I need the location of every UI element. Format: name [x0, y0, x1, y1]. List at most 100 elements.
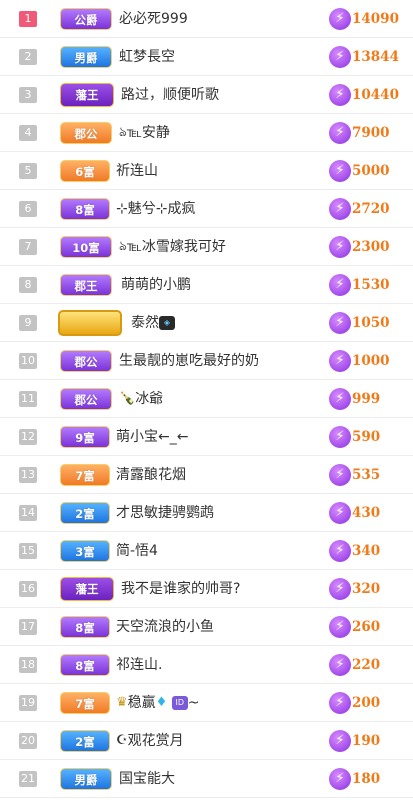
- lightning-icon: ⚡: [329, 350, 351, 372]
- level-badge: 藩王: [60, 83, 114, 107]
- crown-icon: [58, 310, 122, 336]
- rank-number: 12: [19, 429, 37, 445]
- level-badge: 7富: [60, 464, 110, 486]
- list-item[interactable]: 3 藩王 路过，顺便听歌 ⚡ 10440: [0, 76, 413, 114]
- contribution-amount: 190: [352, 733, 381, 749]
- rank-number: 9: [19, 315, 37, 331]
- list-item[interactable]: 7 10富 ঌ℡冰雪嫁我可好 ⚡ 2300: [0, 228, 413, 266]
- lightning-icon: ⚡: [329, 274, 351, 296]
- list-item[interactable]: 4 郡公 ঌ℡安静 ⚡ 7900: [0, 114, 413, 152]
- list-item[interactable]: 11 郡公 🍾冰爺 ⚡ 999: [0, 380, 413, 418]
- crown-icon: ♛: [116, 695, 128, 710]
- rank-number: 8: [19, 277, 37, 293]
- list-item[interactable]: 12 9富 萌小宝←_← ⚡ 590: [0, 418, 413, 456]
- user-name[interactable]: 祈连山: [116, 152, 158, 190]
- user-name[interactable]: 泰然 ◈: [131, 304, 175, 342]
- user-name[interactable]: 萌萌的小鹏: [121, 266, 191, 304]
- flame-icon: ঌ: [119, 239, 127, 254]
- lightning-icon: ⚡: [329, 730, 351, 752]
- lightning-icon: ⚡: [329, 122, 351, 144]
- rank-number: 20: [19, 733, 37, 749]
- level-badge: 郡公: [60, 388, 112, 410]
- lightning-icon: ⚡: [329, 464, 351, 486]
- user-name[interactable]: 才思敏捷骋鹦鹉: [116, 494, 214, 532]
- list-item[interactable]: 17 8富 天空流浪的小鱼 ⚡ 260: [0, 608, 413, 646]
- bottle-icon: 🍾: [119, 391, 136, 406]
- contribution-amount: 5000: [352, 163, 390, 179]
- rank-number: 7: [19, 239, 37, 255]
- contribution-amount: 220: [352, 657, 381, 673]
- contribution-amount: 180: [352, 771, 381, 787]
- lightning-icon: ⚡: [329, 198, 351, 220]
- user-name[interactable]: 简-悟4: [116, 532, 158, 570]
- user-name[interactable]: 天空流浪的小鱼: [116, 608, 214, 646]
- lightning-icon: ⚡: [329, 540, 351, 562]
- lightning-icon: ⚡: [329, 578, 351, 600]
- level-badge: 9富: [60, 426, 110, 448]
- list-item[interactable]: 13 7富 清露酿花烟 ⚡ 535: [0, 456, 413, 494]
- level-badge: 郡王: [60, 274, 112, 296]
- user-name[interactable]: ♛稳赢♦ ID ~: [116, 684, 200, 722]
- flame-icon: ঌ: [119, 125, 127, 140]
- level-badge: 男爵: [60, 768, 112, 790]
- id-badge-icon: ID: [171, 696, 188, 710]
- level-badge: 8富: [60, 198, 110, 220]
- level-badge: 6富: [60, 160, 110, 182]
- rank-number: 18: [19, 657, 37, 673]
- list-item[interactable]: 1 公爵 必必死999 ⚡ 14090: [0, 0, 413, 38]
- lightning-icon: ⚡: [329, 768, 351, 790]
- contribution-amount: 10440: [352, 87, 399, 103]
- user-name[interactable]: 生最靓的崽吃最好的奶: [119, 342, 259, 380]
- list-item[interactable]: 16 藩王 我不是谁家的帅哥? ⚡ 320: [0, 570, 413, 608]
- list-item[interactable]: 14 2富 才思敏捷骋鹦鹉 ⚡ 430: [0, 494, 413, 532]
- user-name-text: 冰爺: [135, 391, 164, 407]
- user-name[interactable]: ☪观花赏月: [116, 722, 184, 760]
- contribution-amount: 1530: [352, 277, 390, 293]
- rank-number: 19: [19, 695, 37, 711]
- contribution-amount: 14090: [352, 11, 399, 27]
- user-name[interactable]: ⊹魅兮⊹成疯: [116, 190, 195, 228]
- user-name[interactable]: 祁连山.: [116, 646, 162, 684]
- list-item[interactable]: 15 3富 简-悟4 ⚡ 340: [0, 532, 413, 570]
- lightning-icon: ⚡: [329, 84, 351, 106]
- user-name-text: ℡安静: [126, 125, 170, 141]
- lightning-icon: ⚡: [329, 8, 351, 30]
- level-badge: 10富: [60, 236, 112, 258]
- list-item[interactable]: 5 6富 祈连山 ⚡ 5000: [0, 152, 413, 190]
- user-name[interactable]: 虹梦長空: [119, 38, 175, 76]
- list-item[interactable]: 20 2富 ☪观花赏月 ⚡ 190: [0, 722, 413, 760]
- list-item[interactable]: 9 泰然 ◈ ⚡ 1050: [0, 304, 413, 342]
- level-badge: 男爵: [60, 46, 112, 68]
- diamond-icon: ♦: [155, 695, 168, 710]
- contribution-amount: 2300: [352, 239, 390, 255]
- list-item[interactable]: 19 7富 ♛稳赢♦ ID ~ ⚡ 200: [0, 684, 413, 722]
- rank-number: 11: [19, 391, 37, 407]
- lightning-icon: ⚡: [329, 46, 351, 68]
- user-name[interactable]: 必必死999: [119, 0, 188, 38]
- user-name[interactable]: 路过，顺便听歌: [121, 76, 219, 114]
- contribution-amount: 7900: [352, 125, 390, 141]
- moon-icon: ☪: [116, 733, 128, 748]
- contribution-amount: 1000: [352, 353, 390, 369]
- rank-number: 1: [19, 11, 37, 27]
- user-name[interactable]: ঌ℡安静: [119, 114, 170, 152]
- user-name-text: ℡冰雪嫁我可好: [126, 239, 226, 255]
- lightning-icon: ⚡: [329, 160, 351, 182]
- user-name[interactable]: ঌ℡冰雪嫁我可好: [119, 228, 226, 266]
- list-item[interactable]: 21 男爵 国宝能大 ⚡ 180: [0, 760, 413, 798]
- list-item[interactable]: 6 8富 ⊹魅兮⊹成疯 ⚡ 2720: [0, 190, 413, 228]
- user-name[interactable]: 国宝能大: [119, 760, 175, 798]
- list-item[interactable]: 10 郡公 生最靓的崽吃最好的奶 ⚡ 1000: [0, 342, 413, 380]
- level-badge: 8富: [60, 616, 110, 638]
- list-item[interactable]: 18 8富 祁连山. ⚡ 220: [0, 646, 413, 684]
- user-name-text: 泰然: [131, 315, 159, 331]
- list-item[interactable]: 8 郡王 萌萌的小鹏 ⚡ 1530: [0, 266, 413, 304]
- lightning-icon: ⚡: [329, 312, 351, 334]
- list-item[interactable]: 2 男爵 虹梦長空 ⚡ 13844: [0, 38, 413, 76]
- user-name[interactable]: 萌小宝←_←: [116, 418, 188, 456]
- lightning-icon: ⚡: [329, 654, 351, 676]
- user-name[interactable]: 清露酿花烟: [116, 456, 186, 494]
- rank-number: 16: [19, 581, 37, 597]
- user-name[interactable]: 🍾冰爺: [119, 380, 163, 418]
- user-name[interactable]: 我不是谁家的帅哥?: [121, 570, 240, 608]
